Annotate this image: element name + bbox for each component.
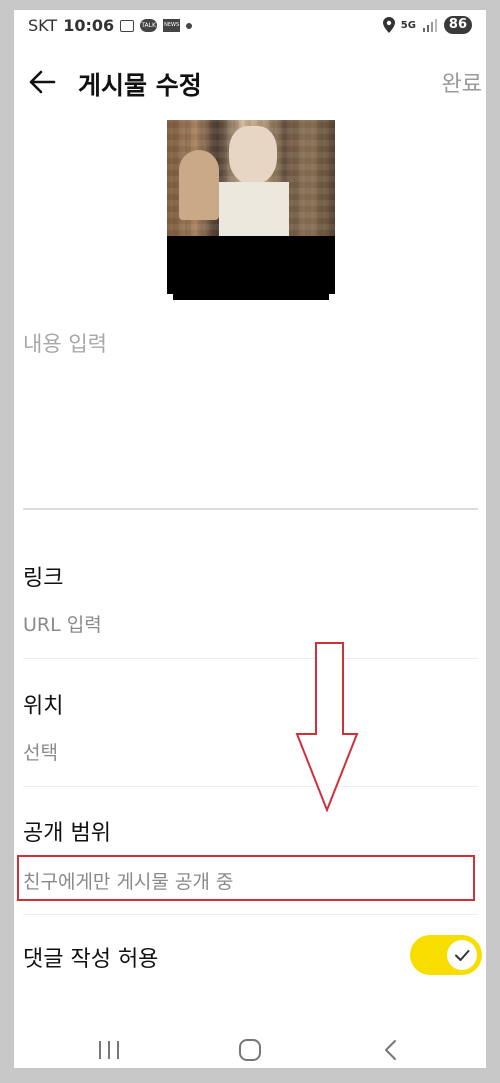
arrow-left-icon <box>29 70 56 94</box>
post-image-thumbnail[interactable] <box>167 120 335 300</box>
toggle-knob <box>447 940 477 970</box>
kakaotalk-icon: TALK <box>140 19 158 32</box>
status-bar-left: SKT 10:06 TALK NEWS <box>28 16 193 35</box>
system-back-button[interactable] <box>371 1038 411 1062</box>
photo-body <box>219 182 289 236</box>
recent-apps-icon <box>99 1041 119 1059</box>
news-icon: NEWS <box>163 19 181 32</box>
content-divider <box>23 508 478 510</box>
annotation-arrow-icon <box>295 642 359 812</box>
photo-person-left <box>179 150 219 220</box>
content-input[interactable] <box>23 328 473 498</box>
comments-label: 댓글 작성 허용 <box>23 947 159 972</box>
visibility-label: 공개 범위 <box>23 821 111 846</box>
signal-icon <box>422 19 437 32</box>
clock-label: 10:06 <box>63 16 115 35</box>
battery-icon: 86 <box>443 16 472 34</box>
section-divider <box>23 658 478 659</box>
phone-screen: SKT 10:06 TALK NEWS 5G 86 게시물 수정 완료 내용 입… <box>14 10 486 1068</box>
status-bar-right: 5G 86 <box>382 16 472 34</box>
image-corner <box>329 294 335 300</box>
check-icon <box>455 950 470 961</box>
recent-apps-button[interactable] <box>89 1038 129 1062</box>
link-value[interactable]: URL 입력 <box>23 610 102 637</box>
photo-face <box>229 126 277 184</box>
link-section[interactable]: 링크 URL 입력 <box>23 560 478 660</box>
location-label: 위치 <box>23 694 64 719</box>
location-value[interactable]: 선택 <box>23 738 58 765</box>
annotation-highlight-box <box>17 855 475 901</box>
system-nav-bar <box>14 1032 486 1068</box>
5g-icon: 5G <box>400 19 416 31</box>
comments-toggle[interactable] <box>410 935 482 975</box>
screenshot-icon <box>120 19 135 32</box>
page-title: 게시물 수정 <box>78 71 202 100</box>
chevron-left-icon <box>385 1040 396 1060</box>
dot-icon <box>186 22 193 29</box>
done-button[interactable]: 완료 <box>442 66 482 98</box>
home-button[interactable] <box>230 1038 270 1062</box>
app-bar: 게시물 수정 완료 <box>14 50 486 114</box>
location-icon <box>382 17 395 33</box>
carrier-label: SKT <box>28 16 58 35</box>
photo-content <box>167 120 335 236</box>
home-icon <box>239 1039 261 1061</box>
status-bar: SKT 10:06 TALK NEWS 5G 86 <box>14 10 486 42</box>
section-divider <box>23 914 478 915</box>
image-corner <box>167 294 173 300</box>
section-divider <box>23 786 478 787</box>
location-section[interactable]: 위치 선택 <box>23 688 478 788</box>
back-button[interactable] <box>24 64 60 100</box>
link-label: 링크 <box>23 566 64 591</box>
